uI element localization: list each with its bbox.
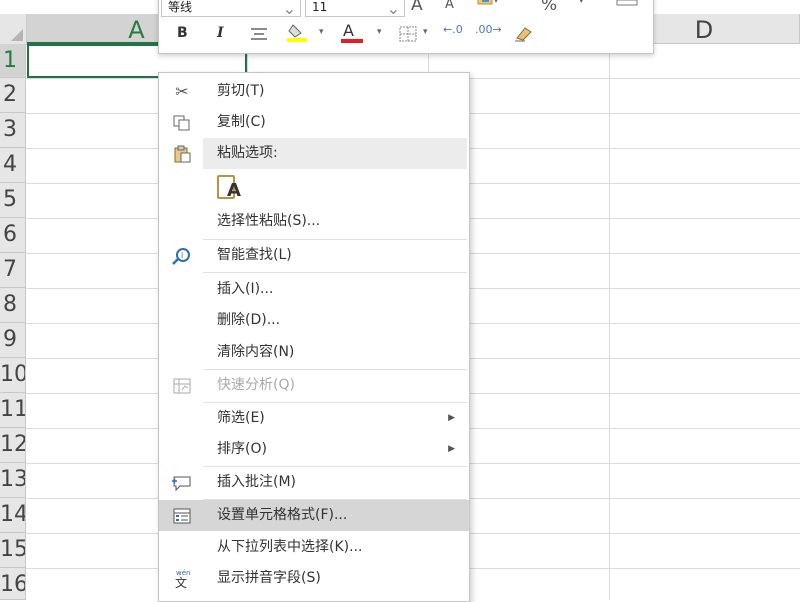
font-color-letter: A — [343, 21, 354, 40]
row-header-1[interactable]: 1 — [0, 44, 26, 78]
font-color-dropdown-icon[interactable]: ▾ — [377, 27, 382, 37]
row-header-16[interactable]: 16 — [0, 568, 26, 600]
menu-item-label: 排序(O) — [217, 441, 267, 457]
menu-item-clear-contents[interactable]: 清除内容(N) — [159, 337, 469, 368]
font-size-value: 11 — [312, 0, 328, 14]
smart-lookup-icon: i — [167, 240, 197, 271]
menu-item-copy[interactable]: 复制(C) — [159, 107, 469, 138]
percent-style-button[interactable]: % — [541, 0, 557, 15]
menu-item-label: 从下拉列表中选择(K)... — [217, 539, 363, 555]
bold-button[interactable]: B — [177, 25, 188, 41]
row-header-8[interactable]: 8 — [0, 288, 26, 323]
menu-item-delete[interactable]: 删除(D)... — [159, 305, 469, 336]
menu-item-label: 剪切(T) — [217, 83, 265, 99]
row-header-15[interactable]: 15 — [0, 533, 26, 568]
menu-item-label: 删除(D)... — [217, 312, 281, 328]
context-menu: ✂ 剪切(T) 复制(C) 粘贴选项: A 选择性粘贴(S)... i 智能查找… — [158, 72, 470, 602]
menu-item-paste-special[interactable]: 选择性粘贴(S)... — [159, 206, 469, 237]
svg-text:文: 文 — [175, 575, 187, 588]
row-header-3[interactable]: 3 — [0, 113, 26, 148]
menu-item-filter[interactable]: 筛选(E) ▶ — [159, 403, 469, 434]
copy-icon — [167, 107, 197, 138]
menu-item-cut[interactable]: ✂ 剪切(T) — [159, 76, 469, 107]
fill-color-dropdown-icon[interactable]: ▾ — [319, 27, 324, 37]
clipboard-icon — [167, 138, 197, 169]
mini-toolbar-row2: B I ▾ A ▾ ▾ ←.0 .00→ — [159, 21, 653, 49]
row-header-4[interactable]: 4 — [0, 148, 26, 183]
menu-item-label: 插入批注(M) — [217, 474, 297, 490]
format-painter-icon[interactable] — [615, 0, 639, 14]
scissors-icon: ✂ — [175, 82, 189, 101]
shrink-font-button[interactable]: A — [445, 0, 454, 15]
menu-item-format-cells[interactable]: 设置单元格格式(F)... — [159, 500, 469, 531]
menu-item-quick-analysis: 快速分析(Q) — [159, 370, 469, 401]
submenu-arrow-icon: ▶ — [448, 413, 455, 423]
fill-color-icon[interactable] — [287, 23, 313, 47]
mini-toolbar: 等线 ⌄ 11 ⌄ A A ▾ % ▾ B I ▾ A ▾ ▾ ←.0 .00→ — [158, 0, 654, 54]
svg-text:▾: ▾ — [494, 0, 498, 5]
format-cells-icon — [167, 500, 197, 531]
number-format-icon[interactable]: ▾ — [477, 0, 503, 11]
row-header-6[interactable]: 6 — [0, 218, 26, 253]
chevron-down-icon[interactable]: ⌄ — [283, 0, 296, 20]
font-color-swatch — [341, 39, 363, 43]
menu-item-label: 选择性粘贴(S)... — [217, 213, 321, 229]
comment-icon — [167, 467, 197, 498]
row-header-11[interactable]: 11 — [0, 393, 26, 428]
menu-item-smart-lookup[interactable]: i 智能查找(L) — [159, 240, 469, 271]
menu-item-label: 筛选(E) — [217, 410, 265, 426]
chevron-down-icon[interactable]: ⌄ — [387, 0, 400, 20]
submenu-arrow-icon: ▶ — [448, 444, 455, 454]
paste-keep-text-only-button[interactable]: A — [213, 173, 247, 205]
quick-analysis-icon — [167, 370, 197, 401]
gridline — [609, 44, 610, 600]
font-color-button[interactable]: A — [341, 21, 363, 43]
menu-item-label: 显示拼音字段(S) — [217, 570, 321, 586]
row-header-2[interactable]: 2 — [0, 78, 26, 113]
svg-text:i: i — [181, 251, 183, 260]
row-header-7[interactable]: 7 — [0, 253, 26, 288]
font-name-combo[interactable]: 等线 ⌄ — [161, 0, 301, 20]
font-name-value: 等线 — [168, 0, 193, 14]
menu-item-label: 插入(I)... — [217, 281, 274, 297]
menu-separator — [203, 272, 467, 273]
font-size-combo[interactable]: 11 ⌄ — [305, 0, 405, 20]
decrease-decimal-icon[interactable]: .00→ — [475, 23, 502, 36]
menu-item-label: 粘贴选项: — [217, 145, 278, 161]
paste-option-letter: A — [227, 180, 241, 201]
row-header-10[interactable]: 10 — [0, 358, 26, 393]
grow-font-button[interactable]: A — [411, 0, 423, 15]
menu-item-label: 快速分析(Q) — [217, 377, 295, 393]
menu-item-insert[interactable]: 插入(I)... — [159, 274, 469, 305]
menu-item-label: 复制(C) — [217, 114, 266, 130]
italic-button[interactable]: I — [217, 25, 224, 41]
select-all-button[interactable] — [0, 14, 27, 45]
menu-item-label: 设置单元格格式(F)... — [217, 507, 348, 523]
borders-icon[interactable] — [399, 26, 417, 46]
menu-item-show-phonetic[interactable]: wén 文 显示拼音字段(S) — [159, 563, 469, 594]
paste-options-header: 粘贴选项: — [203, 138, 467, 169]
row-header-13[interactable]: 13 — [0, 463, 26, 498]
row-header-14[interactable]: 14 — [0, 498, 26, 533]
phonetic-icon: wén 文 — [167, 563, 197, 594]
increase-decimal-icon[interactable]: ←.0 — [443, 23, 463, 36]
row-header-12[interactable]: 12 — [0, 428, 26, 463]
menu-item-label: 清除内容(N) — [217, 344, 295, 360]
menu-item-insert-comment[interactable]: 插入批注(M) — [159, 467, 469, 498]
menu-item-pick-from-list[interactable]: 从下拉列表中选择(K)... — [159, 532, 469, 563]
comma-style-icon[interactable]: ▾ — [579, 0, 584, 11]
row-header-5[interactable]: 5 — [0, 183, 26, 218]
menu-item-label: 智能查找(L) — [217, 247, 292, 263]
menu-item-sort[interactable]: 排序(O) ▶ — [159, 434, 469, 465]
align-center-icon[interactable] — [249, 27, 269, 45]
row-header-9[interactable]: 9 — [0, 323, 26, 358]
borders-dropdown-icon[interactable]: ▾ — [423, 27, 428, 37]
clear-format-icon[interactable] — [513, 24, 535, 46]
